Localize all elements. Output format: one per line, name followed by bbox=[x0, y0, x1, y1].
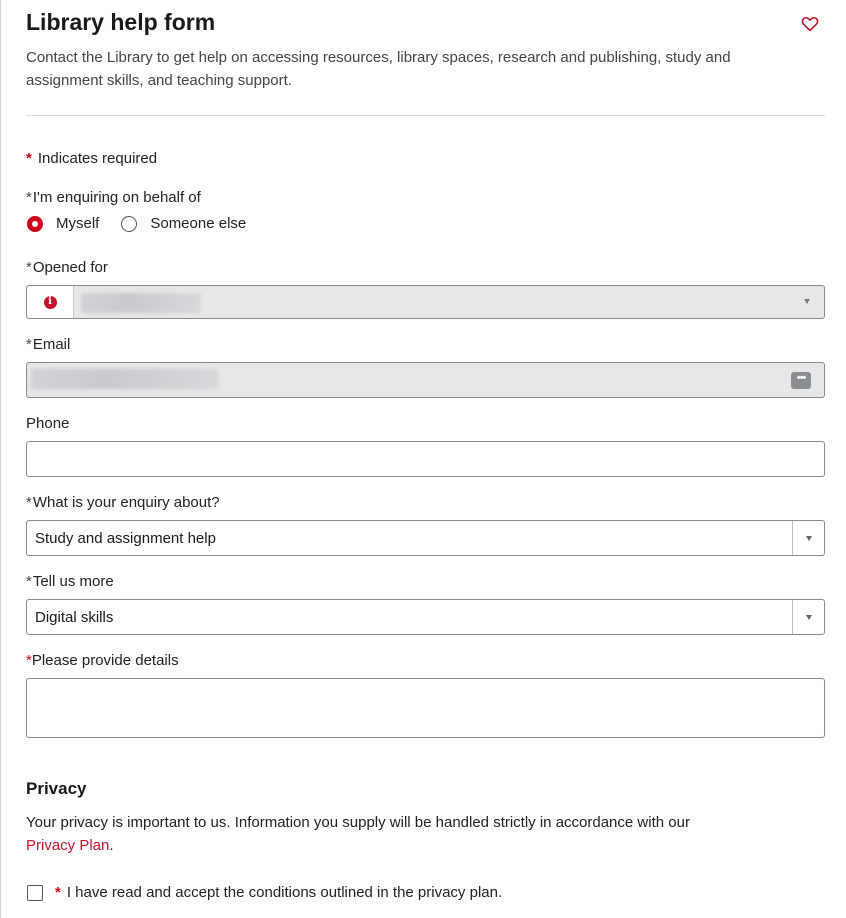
tell-us-more-value: Digital skills bbox=[35, 608, 114, 626]
opened-for-field[interactable]: i bbox=[26, 285, 825, 319]
redacted-name bbox=[81, 293, 201, 313]
privacy-heading: Privacy bbox=[26, 779, 87, 798]
tell-us-more-select[interactable]: Digital skills bbox=[26, 599, 825, 635]
header-divider bbox=[26, 115, 825, 116]
privacy-plan-link[interactable]: Privacy Plan bbox=[26, 837, 109, 854]
heart-outline-icon[interactable] bbox=[800, 14, 820, 34]
chevron-down-icon bbox=[805, 614, 812, 620]
required-asterisk: * bbox=[26, 259, 32, 276]
page-left-border bbox=[0, 0, 1, 918]
email-field[interactable]: ••• bbox=[26, 362, 825, 398]
on-behalf-label: *I'm enquiring on behalf of bbox=[26, 189, 201, 206]
enquiry-about-select[interactable]: Study and assignment help bbox=[26, 520, 825, 556]
more-dots-icon[interactable]: ••• bbox=[791, 372, 811, 389]
radio-myself-label[interactable]: Myself bbox=[56, 215, 99, 232]
privacy-consent-checkbox[interactable] bbox=[27, 884, 43, 901]
email-label: *Email bbox=[26, 336, 71, 353]
required-note-text: Indicates required bbox=[37, 150, 158, 167]
details-label: *Please provide details bbox=[26, 652, 179, 669]
tell-us-more-label: *Tell us more bbox=[26, 573, 114, 590]
tell-us-more-dropdown-toggle[interactable] bbox=[792, 600, 824, 634]
chevron-down-icon bbox=[805, 535, 812, 541]
opened-for-info[interactable]: i bbox=[27, 286, 74, 318]
chevron-down-icon bbox=[804, 299, 810, 304]
enquiry-about-dropdown-toggle[interactable] bbox=[792, 521, 824, 555]
page-title: Library help form bbox=[26, 9, 216, 35]
enquiry-about-value: Study and assignment help bbox=[35, 529, 216, 547]
required-marker: * bbox=[55, 884, 61, 901]
required-asterisk: * bbox=[26, 336, 32, 353]
privacy-text: Your privacy is important to us. Informa… bbox=[26, 814, 690, 854]
radio-someone-else[interactable] bbox=[121, 215, 138, 232]
enquiry-about-label: *What is your enquiry about? bbox=[26, 494, 220, 511]
required-asterisk: * bbox=[26, 494, 32, 511]
required-marker: * bbox=[26, 150, 32, 167]
info-icon: i bbox=[43, 295, 57, 309]
details-textarea[interactable] bbox=[26, 678, 825, 738]
opened-for-label: *Opened for bbox=[26, 259, 108, 276]
privacy-consent-label[interactable]: I have read and accept the conditions ou… bbox=[67, 884, 502, 901]
phone-label: Phone bbox=[26, 415, 70, 432]
required-note: * Indicates required bbox=[26, 150, 157, 167]
radio-myself[interactable] bbox=[27, 215, 43, 232]
redacted-email bbox=[31, 369, 219, 389]
required-asterisk: * bbox=[26, 573, 32, 590]
form-header: Library help form Contact the Library to… bbox=[26, 6, 826, 92]
required-asterisk: * bbox=[26, 189, 32, 206]
privacy-consent-row: * I have read and accept the conditions … bbox=[27, 884, 502, 901]
phone-input[interactable] bbox=[26, 441, 825, 477]
radio-someone-else-label[interactable]: Someone else bbox=[150, 215, 246, 232]
page-description: Contact the Library to get help on acces… bbox=[26, 49, 731, 89]
on-behalf-radio-group: Myself Someone else bbox=[27, 215, 246, 232]
